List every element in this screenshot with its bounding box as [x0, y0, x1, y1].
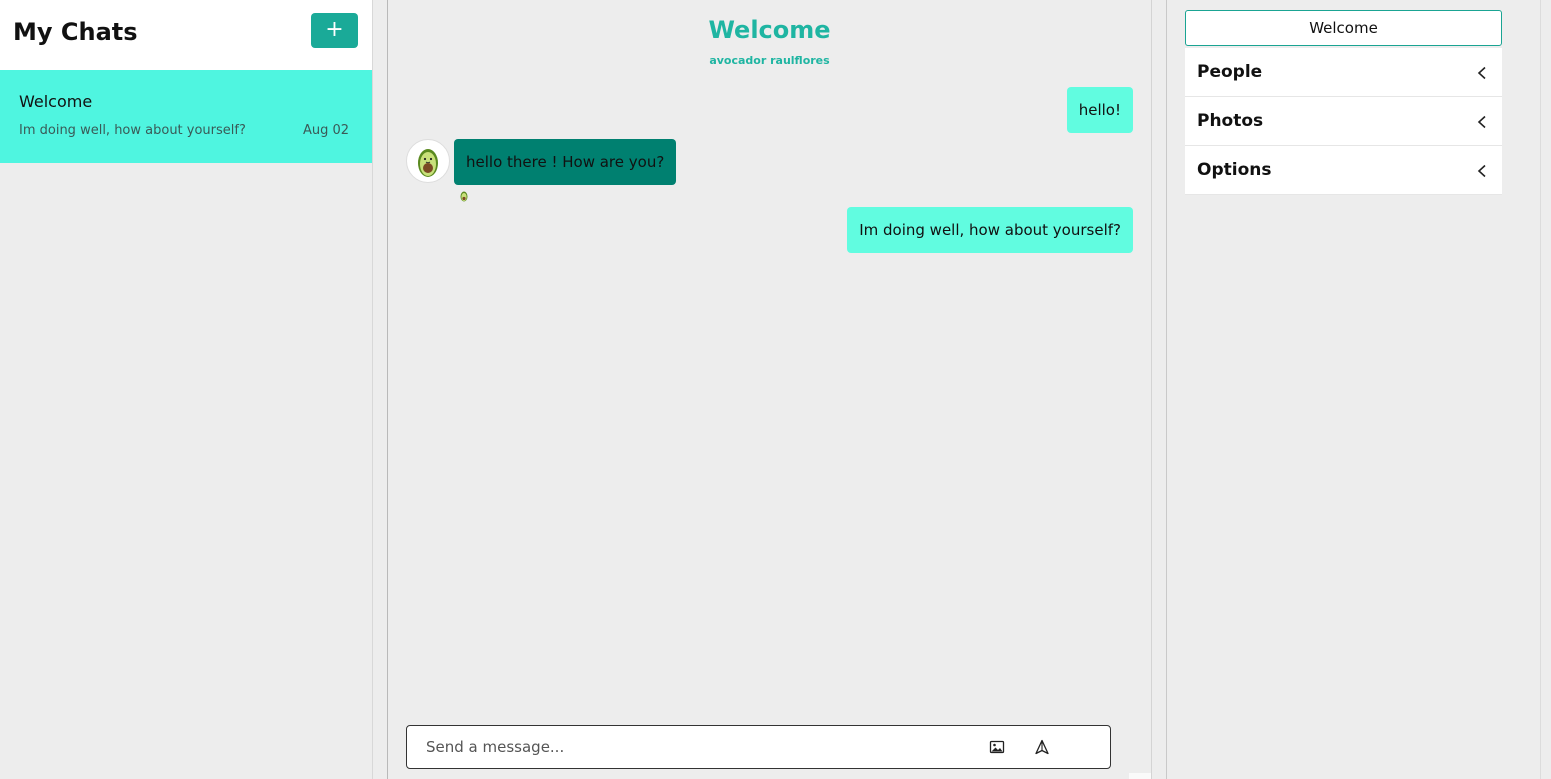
chat-card-welcome[interactable]: Welcome Im doing well, how about yoursel…: [0, 70, 372, 163]
chat-settings-panel: Welcome People Photos Options: [1166, 0, 1541, 779]
chat-title: Welcome: [708, 16, 831, 44]
send-icon[interactable]: [1034, 739, 1050, 755]
chat-members: avocador raulflores: [709, 54, 830, 67]
chat-settings-title[interactable]: Welcome: [1185, 10, 1502, 46]
new-chat-button[interactable]: +: [311, 13, 358, 48]
chevron-left-icon: [1475, 114, 1489, 129]
settings-section-label: Photos: [1197, 111, 1264, 131]
settings-section-photos[interactable]: Photos: [1185, 97, 1502, 146]
chat-card-title: Welcome: [19, 92, 93, 111]
settings-section-label: People: [1197, 62, 1263, 82]
settings-section-options[interactable]: Options: [1185, 146, 1502, 195]
chevron-left-icon: [1475, 65, 1489, 80]
chat-feed: Welcome avocador raulflores hello! hello…: [387, 0, 1152, 779]
scrollbar-corner: [1129, 773, 1151, 779]
chevron-left-icon: [1475, 163, 1489, 178]
chat-list-panel: My Chats + Welcome Im doing well, how ab…: [0, 0, 373, 779]
read-receipt-avocado-icon: [458, 187, 470, 206]
chat-list-header: My Chats +: [0, 0, 372, 70]
chat-card-last-message: Im doing well, how about yourself?: [19, 123, 246, 138]
message-form: [406, 725, 1111, 769]
chat-card-date: Aug 02: [303, 123, 350, 138]
avocado-avatar-icon: [406, 139, 450, 183]
message-input[interactable]: [407, 726, 986, 768]
message-bubble-mine: hello!: [1066, 87, 1133, 133]
message-bubble-mine: Im doing well, how about yourself?: [847, 207, 1133, 253]
message-bubble-theirs: hello there ! How are you?: [454, 139, 677, 185]
settings-section-people[interactable]: People: [1185, 48, 1502, 97]
image-icon[interactable]: [989, 739, 1005, 755]
settings-section-label: Options: [1197, 160, 1272, 180]
chat-list-title: My Chats: [13, 18, 138, 46]
